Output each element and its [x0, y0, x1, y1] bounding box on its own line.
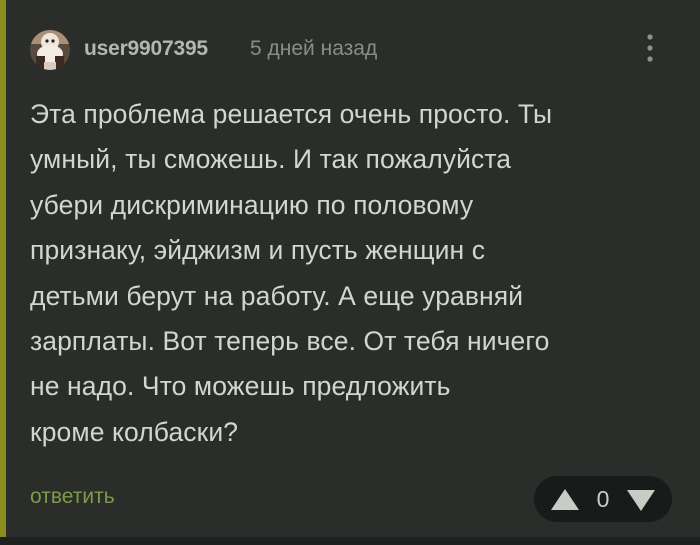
upvote-triangle-icon: [551, 489, 579, 510]
comment-text-line: детьми берут на работу. А еще уравняй: [30, 280, 524, 311]
comment-text-line: признаку, эйджизм и пусть женщин с: [30, 235, 486, 266]
comment-text-line: умный, ты сможешь. И так пожалуйста: [30, 144, 512, 175]
more-vertical-icon: [647, 34, 653, 62]
avatar[interactable]: [30, 30, 70, 70]
comment-timestamp[interactable]: 5 дней назад: [250, 37, 377, 61]
avatar-image: [30, 30, 70, 70]
comment-text-line: зарплаты. Вот теперь все. От тебя ничего: [30, 326, 550, 357]
downvote-button[interactable]: [624, 487, 658, 513]
author-username[interactable]: user9907395: [84, 37, 208, 61]
downvote-triangle-icon: [627, 490, 655, 511]
upvote-button[interactable]: [548, 487, 582, 513]
comment-accent-bar: [0, 0, 6, 537]
comment: user9907395 5 дней назад Эта проблема ре…: [0, 0, 700, 537]
comment-text-line: кроме колбаски?: [30, 416, 239, 447]
comment-text-line: Эта проблема решается очень просто. Ты: [30, 99, 553, 129]
vote-control: 0: [534, 476, 672, 522]
more-menu-button[interactable]: [640, 32, 660, 66]
rating-count: 0: [596, 486, 610, 512]
reply-button[interactable]: ответить: [30, 485, 115, 509]
comment-text-line: убери дискриминацию по половому: [30, 189, 474, 220]
comment-body: Эта проблема решается очень просто. Ты у…: [30, 92, 670, 455]
comment-text-line: не надо. Что можешь предложить: [30, 371, 451, 402]
comment-header: user9907395 5 дней назад: [30, 28, 680, 70]
bottom-divider: [0, 537, 700, 545]
